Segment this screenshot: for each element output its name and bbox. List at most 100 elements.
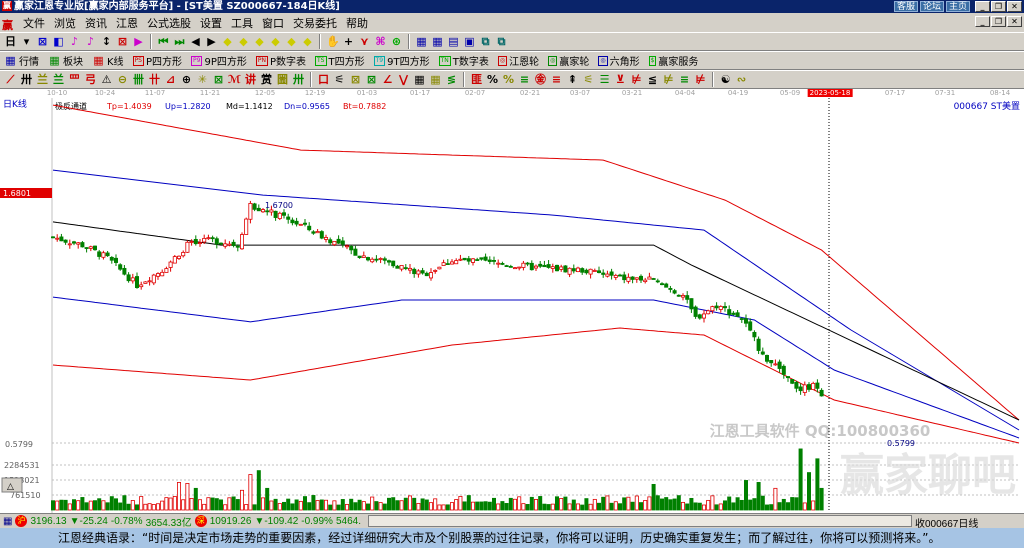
drawing-tool-icon[interactable]: ▦: [413, 73, 426, 86]
drawing-tool-icon[interactable]: 圌: [276, 73, 289, 86]
drawing-tool-icon[interactable]: ∾: [735, 73, 748, 86]
toolbar-tool-icon[interactable]: ⋎: [358, 35, 371, 48]
toolbar-tool-icon[interactable]: ▦: [415, 35, 428, 48]
drawing-tool-icon[interactable]: ⊻: [614, 73, 627, 86]
drawing-tool-icon[interactable]: ≡: [518, 73, 531, 86]
drawing-tool-icon[interactable]: ⋁: [397, 73, 410, 86]
toolbar-button[interactable]: T9 9T四方形: [373, 53, 430, 68]
chart-canvas[interactable]: 日K线 极反通道 Tp=1.4039 Up=1.2820 Md=1.1412 D…: [0, 98, 1024, 513]
drawing-tool-icon[interactable]: ✳: [196, 73, 209, 86]
drawing-tool-icon[interactable]: 弓: [84, 73, 97, 86]
toolbar-button[interactable]: ▦ K线: [92, 53, 123, 68]
drawing-tool-icon[interactable]: 兰: [52, 73, 65, 86]
toolbar-button[interactable]: $ 赢家服务: [648, 53, 698, 68]
drawing-tool-icon[interactable]: ⚟: [582, 73, 595, 86]
drawing-tool-icon[interactable]: ⊠: [365, 73, 378, 86]
toolbar-tool-icon[interactable]: ↕: [100, 35, 113, 48]
toolbar-tool-icon[interactable]: ⧉: [495, 35, 508, 48]
drawing-tool-icon[interactable]: 赏: [260, 73, 273, 86]
menu-help[interactable]: 帮助: [346, 15, 368, 31]
drawing-tool-icon[interactable]: ⇞: [566, 73, 579, 86]
drawing-tool-icon[interactable]: ⊭: [694, 73, 707, 86]
toolbar-tool-icon[interactable]: ⧉: [479, 35, 492, 48]
toolbar-button[interactable]: PN P数字表: [255, 53, 306, 68]
toolbar-button[interactable]: ◎ 江恩轮: [497, 53, 539, 68]
drawing-tool-icon[interactable]: ⟋: [4, 73, 17, 86]
toolbar-tool-icon[interactable]: ▶: [132, 35, 145, 48]
toolbar-tool-icon[interactable]: ♪: [84, 35, 97, 48]
toolbar-tool-icon[interactable]: ⏮: [157, 35, 170, 48]
toolbar-button[interactable]: P9 9P四方形: [191, 53, 247, 68]
drawing-tool-icon[interactable]: ⊠: [212, 73, 225, 86]
drawing-tool-icon[interactable]: ≡: [678, 73, 691, 86]
drawing-tool-icon[interactable]: 兰: [36, 73, 49, 86]
toolbar-tool-icon[interactable]: ▤: [447, 35, 460, 48]
drawing-tool-icon[interactable]: 讲: [244, 73, 257, 86]
menu-news[interactable]: 资讯: [85, 15, 107, 31]
toolbar-button[interactable]: ◎ 六角形: [598, 53, 640, 68]
menu-trade[interactable]: 交易委托: [293, 15, 337, 31]
toolbar-tool-icon[interactable]: ▣: [463, 35, 476, 48]
toolbar-tool-icon[interactable]: ◆: [237, 35, 250, 48]
toolbar-tool-icon[interactable]: ◆: [301, 35, 314, 48]
drawing-tool-icon[interactable]: 罒: [68, 73, 81, 86]
drawing-tool-icon[interactable]: %: [486, 73, 499, 86]
drawing-tool-icon[interactable]: ∠: [381, 73, 394, 86]
drawing-tool-icon[interactable]: ⚠: [100, 73, 113, 86]
toolbar-tool-icon[interactable]: ⏭: [173, 35, 186, 48]
drawing-tool-icon[interactable]: 口: [317, 73, 330, 86]
drawing-tool-icon[interactable]: ℳ: [228, 73, 241, 86]
toolbar-button[interactable]: TN T数字表: [438, 53, 489, 68]
doc-restore-button[interactable]: ❐: [991, 16, 1006, 27]
link-forum[interactable]: 论坛: [919, 1, 944, 12]
drawing-tool-icon[interactable]: ☰: [598, 73, 611, 86]
toolbar-tool-icon[interactable]: +: [342, 35, 355, 48]
toolbar-tool-icon[interactable]: ◆: [221, 35, 234, 48]
toolbar-button[interactable]: ▦ 行情: [4, 53, 39, 68]
drawing-tool-icon[interactable]: ⊠: [349, 73, 362, 86]
toolbar-button[interactable]: ◎ 赢家轮: [548, 53, 589, 68]
drawing-tool-icon[interactable]: 卌: [132, 73, 145, 86]
toolbar-tool-icon[interactable]: ✋: [326, 35, 340, 48]
menu-formula[interactable]: 公式选股: [147, 15, 191, 31]
menu-browse[interactable]: 浏览: [54, 15, 76, 31]
toolbar-button[interactable]: PS P四方形: [132, 53, 182, 68]
status-scrollbar[interactable]: [367, 515, 912, 527]
drawing-tool-icon[interactable]: 匪: [470, 73, 483, 86]
toolbar-tool-icon[interactable]: ◀: [189, 35, 202, 48]
drawing-tool-icon[interactable]: ≦: [646, 73, 659, 86]
toolbar-tool-icon[interactable]: ♪: [68, 35, 81, 48]
calculator-icon[interactable]: ▦: [3, 516, 12, 527]
menu-tools[interactable]: 工具: [231, 15, 253, 31]
drawing-tool-icon[interactable]: ≡: [550, 73, 563, 86]
period-select[interactable]: 日: [4, 35, 17, 48]
drawing-tool-icon[interactable]: 卅: [292, 73, 305, 86]
link-home[interactable]: 主页: [945, 1, 970, 12]
toolbar-tool-icon[interactable]: ◆: [285, 35, 298, 48]
minimize-button[interactable]: _: [975, 1, 990, 12]
drawing-tool-icon[interactable]: ⊭: [662, 73, 675, 86]
toolbar-button[interactable]: ▦ 板块: [48, 53, 83, 68]
drawing-tool-icon[interactable]: 卄: [148, 73, 161, 86]
drawing-tool-icon[interactable]: ☯: [719, 73, 732, 86]
drawing-tool-icon[interactable]: ⊕: [180, 73, 193, 86]
toolbar-tool-icon[interactable]: ▾: [20, 35, 33, 48]
menu-window[interactable]: 窗口: [262, 15, 284, 31]
toolbar-tool-icon[interactable]: ▦: [431, 35, 444, 48]
link-service[interactable]: 客服: [893, 1, 918, 12]
toolbar-tool-icon[interactable]: ◆: [253, 35, 266, 48]
restore-button[interactable]: ❐: [991, 1, 1006, 12]
drawing-tool-icon[interactable]: ≶: [445, 73, 458, 86]
drawing-tool-icon[interactable]: ⚟: [333, 73, 346, 86]
menu-settings[interactable]: 设置: [200, 15, 222, 31]
kline-chart[interactable]: 日K线 极反通道 Tp=1.4039 Up=1.2820 Md=1.1412 D…: [0, 98, 1024, 513]
doc-minimize-button[interactable]: _: [975, 16, 990, 27]
toolbar-tool-icon[interactable]: ⊠: [116, 35, 129, 48]
drawing-tool-icon[interactable]: ⊭: [630, 73, 643, 86]
drawing-tool-icon[interactable]: ▦: [429, 73, 442, 86]
drawing-tool-icon[interactable]: ⊖: [116, 73, 129, 86]
menu-gann[interactable]: 江恩: [116, 15, 138, 31]
drawing-tool-icon[interactable]: ⊿: [164, 73, 177, 86]
menu-file[interactable]: 文件: [23, 15, 45, 31]
drawing-tool-icon[interactable]: %: [502, 73, 515, 86]
